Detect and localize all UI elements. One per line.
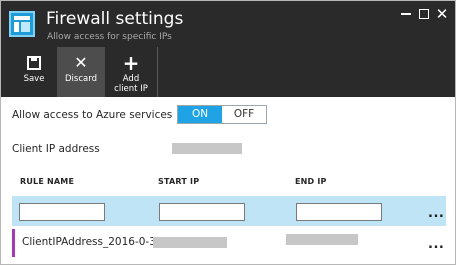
- client-ip-label: Client IP address: [12, 143, 100, 155]
- blade-title: Firewall settings: [46, 9, 184, 29]
- column-header-end-ip: END IP: [295, 177, 327, 186]
- toolbar-divider: [157, 47, 158, 97]
- close-icon[interactable]: ✕: [435, 7, 449, 22]
- firewall-app-icon: [9, 11, 35, 37]
- azure-access-toggle[interactable]: ON OFF: [177, 105, 267, 124]
- discard-button[interactable]: ✕ Discard: [57, 47, 105, 97]
- column-header-rule-name: RULE NAME: [20, 177, 75, 186]
- new-rule-row: ...: [12, 196, 446, 226]
- blade-subtitle: Allow access for specific IPs: [47, 32, 172, 42]
- azure-access-label: Allow access to Azure services: [12, 109, 173, 121]
- end-ip-input[interactable]: [296, 203, 382, 221]
- rule-name-input[interactable]: [19, 203, 105, 221]
- table-row[interactable]: ClientIPAddress_2016-0-3_1... ...: [12, 229, 446, 257]
- save-button[interactable]: Save: [15, 47, 53, 97]
- more-options-icon[interactable]: ...: [428, 238, 444, 251]
- row-selection-marker: [12, 229, 15, 257]
- firewall-settings-blade: Firewall settings Allow access for speci…: [0, 0, 456, 265]
- maximize-icon[interactable]: [417, 7, 431, 21]
- save-label: Save: [23, 74, 45, 84]
- add-client-ip-button[interactable]: + Add client IP: [107, 47, 155, 97]
- blade-header: Firewall settings Allow access for speci…: [1, 1, 455, 97]
- more-options-icon[interactable]: ...: [428, 207, 444, 220]
- start-ip-redacted: [153, 237, 227, 248]
- toggle-on-option[interactable]: ON: [178, 106, 222, 123]
- toggle-off-option[interactable]: OFF: [222, 106, 266, 123]
- end-ip-redacted: [286, 234, 358, 245]
- column-header-start-ip: START IP: [158, 177, 200, 186]
- add-client-ip-label: Add client IP: [114, 74, 148, 94]
- start-ip-input[interactable]: [159, 203, 245, 221]
- client-ip-value-redacted: [172, 143, 242, 154]
- minimize-icon[interactable]: [399, 7, 413, 21]
- discard-label: Discard: [65, 74, 97, 84]
- discard-icon: ✕: [74, 53, 88, 72]
- save-icon: [15, 52, 53, 74]
- plus-icon: +: [122, 51, 140, 75]
